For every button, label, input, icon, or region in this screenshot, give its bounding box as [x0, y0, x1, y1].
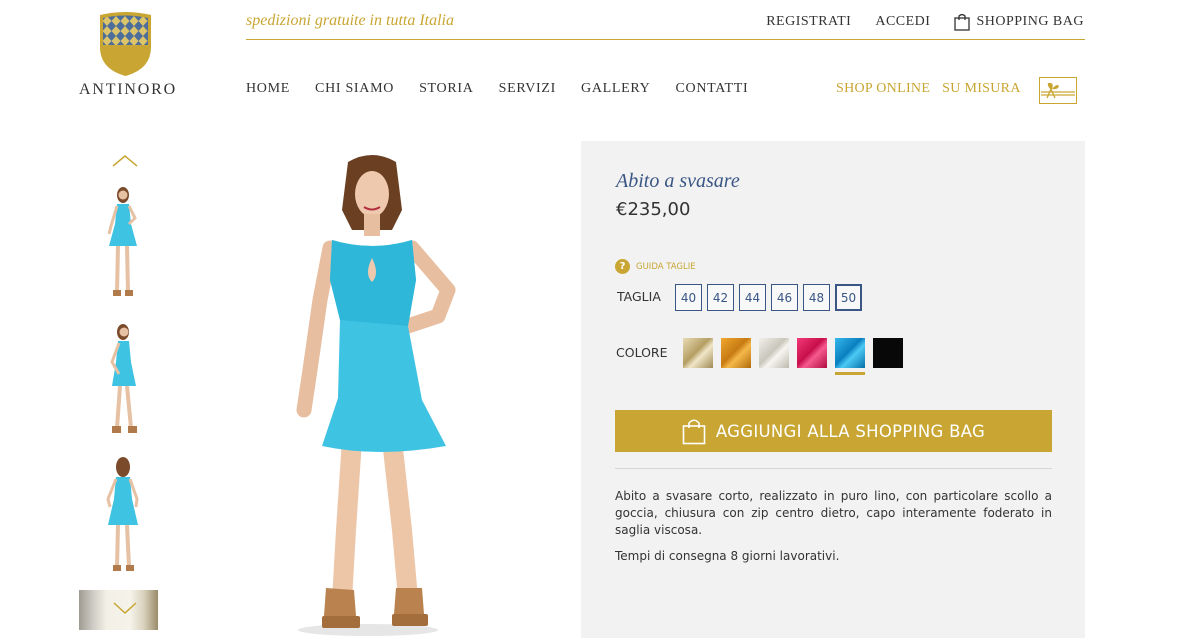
thumbnail-side[interactable] [95, 320, 157, 444]
login-link[interactable]: ACCEDI [875, 14, 930, 30]
size-option-44[interactable]: 44 [739, 284, 766, 311]
brand-logo[interactable] [98, 11, 153, 77]
account-links: REGISTRATI ACCEDI SHOPPING BAG [766, 13, 1084, 31]
color-swatch-beige[interactable] [683, 338, 713, 368]
gift-icon [1041, 82, 1075, 98]
question-icon: ? [615, 259, 630, 274]
thumbnails-down-button[interactable] [111, 598, 139, 618]
chevron-down-icon [113, 602, 137, 615]
nav-item-home[interactable]: HOME [246, 81, 290, 97]
shopping-bag-icon [682, 418, 706, 444]
thumbnails-up-button[interactable] [110, 151, 140, 171]
nav-item-chi-siamo[interactable]: CHI SIAMO [315, 81, 394, 97]
shopping-bag-link[interactable]: SHOPPING BAG [954, 13, 1084, 31]
nav-item-gallery[interactable]: GALLERY [581, 81, 650, 97]
size-option-48[interactable]: 48 [803, 284, 830, 311]
size-option-42[interactable]: 42 [707, 284, 734, 311]
free-shipping-banner: spedizioni gratuite in tutta Italia [246, 12, 454, 29]
size-guide-link[interactable]: ? GUIDA TAGLIE [615, 259, 696, 274]
color-label: COLORE [616, 345, 668, 360]
color-swatch-ivory[interactable] [759, 338, 789, 368]
color-swatch-fuchsia[interactable] [797, 338, 827, 368]
thumbnail-front[interactable] [95, 184, 157, 308]
gift-card-button[interactable] [1039, 77, 1077, 104]
product-description: Abito a svasare corto, realizzato in pur… [615, 489, 1052, 537]
add-to-bag-button[interactable]: AGGIUNGI ALLA SHOPPING BAG [615, 410, 1052, 452]
details-divider [615, 468, 1052, 469]
color-swatch-black[interactable] [873, 338, 903, 368]
nav-item-storia[interactable]: STORIA [419, 81, 474, 97]
size-label: TAGLIA [617, 289, 661, 304]
shop-nav: SHOP ONLINE SU MISURA [836, 81, 1021, 97]
shopping-bag-label: SHOPPING BAG [976, 14, 1084, 29]
color-selector [683, 338, 903, 375]
thumbnail-back[interactable] [95, 455, 157, 579]
add-to-bag-label: AGGIUNGI ALLA SHOPPING BAG [715, 421, 986, 441]
product-main-image[interactable] [260, 140, 520, 638]
size-option-46[interactable]: 46 [771, 284, 798, 311]
topbar-divider [246, 39, 1085, 40]
chevron-up-icon [112, 155, 138, 167]
product-price: €235,00 [616, 199, 691, 220]
delivery-time: Tempi di consegna 8 giorni lavorativi. [615, 549, 840, 563]
nav-item-shop-online[interactable]: SHOP ONLINE [836, 81, 930, 97]
register-link[interactable]: REGISTRATI [766, 14, 851, 30]
main-nav: HOME CHI SIAMO STORIA SERVIZI GALLERY CO… [246, 81, 748, 97]
color-swatch-orange[interactable] [721, 338, 751, 368]
size-guide-label: GUIDA TAGLIE [636, 261, 696, 272]
nav-item-su-misura[interactable]: SU MISURA [942, 81, 1021, 97]
brand-name: ANTINORO [79, 81, 177, 98]
size-selector: 40 42 44 46 48 50 [675, 284, 862, 311]
size-option-50[interactable]: 50 [835, 284, 862, 311]
product-title: Abito a svasare [616, 170, 740, 192]
nav-item-contatti[interactable]: CONTATTI [675, 81, 748, 97]
size-option-40[interactable]: 40 [675, 284, 702, 311]
nav-item-servizi[interactable]: SERVIZI [499, 81, 556, 97]
shopping-bag-icon [954, 13, 971, 31]
color-swatch-turquoise[interactable] [835, 338, 865, 375]
